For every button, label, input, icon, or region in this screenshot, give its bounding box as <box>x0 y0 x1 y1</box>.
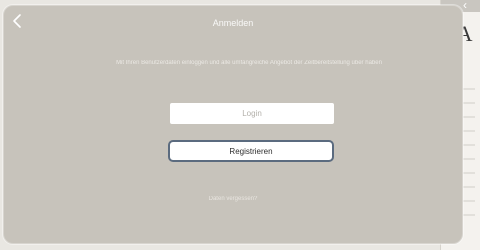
intro-text: Mit Ihren Benutzerdaten einloggen und al… <box>116 60 382 66</box>
register-button[interactable]: Registrieren <box>168 140 334 162</box>
login-dialog: Anmelden Mit Ihren Benutzerdaten einlogg… <box>3 5 463 244</box>
dialog-header: Anmelden <box>4 6 462 40</box>
background-back-icon: ‹ <box>463 0 467 12</box>
forgot-data-link[interactable]: Daten vergessen? <box>4 196 462 202</box>
app-screen: ‹ RA ZI Anmelden Mit Ihren Benutzerdaten… <box>0 0 480 250</box>
login-button[interactable]: Login <box>170 103 334 124</box>
background-text-lines <box>463 88 475 218</box>
dialog-title: Anmelden <box>212 18 254 28</box>
